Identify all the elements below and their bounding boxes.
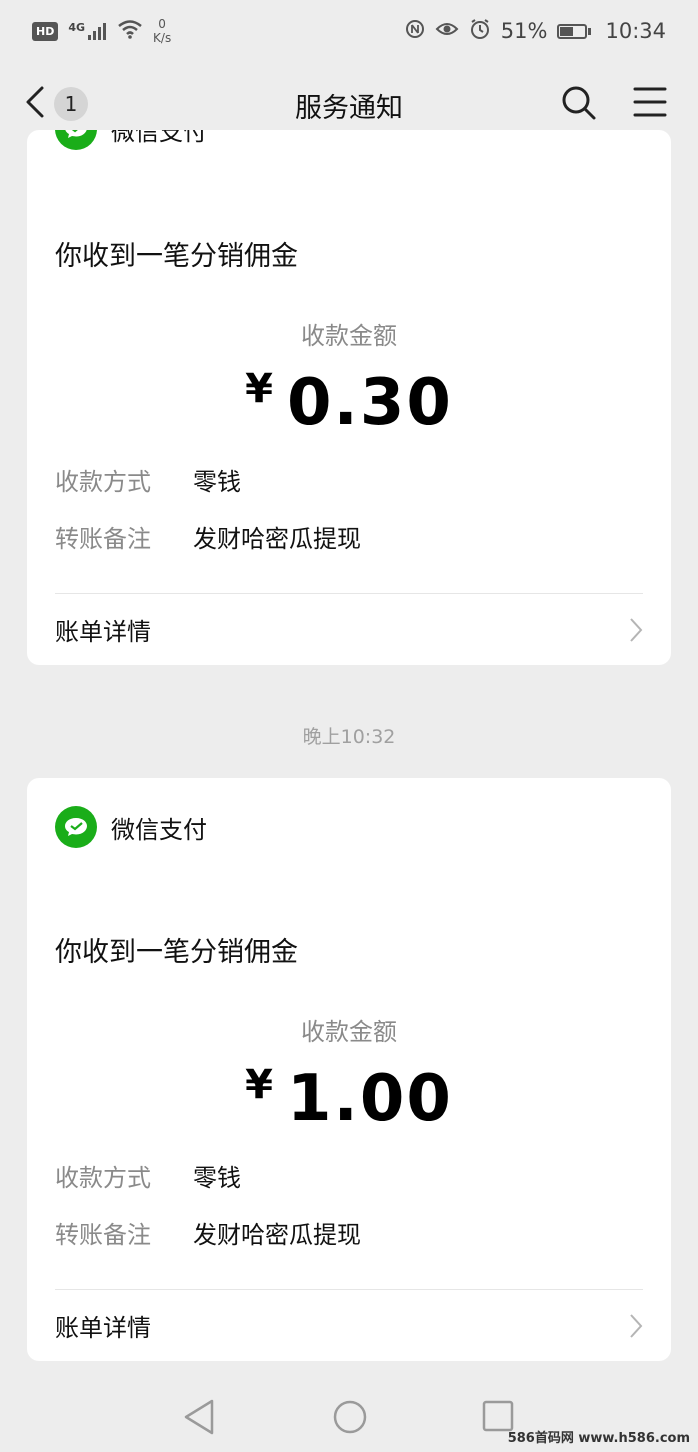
payment-method-value: 零钱 bbox=[193, 468, 241, 496]
transfer-note-label: 转账备注 bbox=[55, 1221, 151, 1249]
message-timestamp: 晚上10:32 bbox=[302, 726, 396, 748]
search-icon bbox=[562, 86, 596, 120]
transfer-note-value: 发财哈密瓜提现 bbox=[193, 525, 361, 553]
currency-symbol: ¥ bbox=[245, 1062, 273, 1108]
message-title: 你收到一笔分销佣金 bbox=[55, 241, 298, 272]
divider bbox=[55, 593, 643, 594]
network-type: 4G bbox=[68, 21, 86, 34]
back-button[interactable]: 1 bbox=[24, 84, 88, 124]
amount-label: 收款金额 bbox=[301, 1018, 397, 1046]
chevron-right-icon bbox=[630, 617, 643, 642]
bill-detail-label: 账单详情 bbox=[55, 618, 151, 646]
battery-icon bbox=[557, 23, 592, 39]
currency-symbol: ¥ bbox=[245, 366, 273, 412]
payment-method-value: 零钱 bbox=[193, 1164, 241, 1192]
payment-method-row: 收款方式 零钱 bbox=[55, 462, 241, 497]
amount-value: 1.00 bbox=[286, 1062, 453, 1136]
payment-method-label: 收款方式 bbox=[55, 1164, 151, 1192]
amount: ¥0.30 bbox=[27, 366, 671, 440]
payment-method-row: 收款方式 零钱 bbox=[55, 1158, 241, 1193]
net-speed: 0 K/s bbox=[153, 17, 171, 45]
system-nav-bar: 586首码网 www.h586.com bbox=[0, 1390, 698, 1452]
circle-home-icon bbox=[333, 1400, 367, 1434]
card-header[interactable]: 微信支付 bbox=[55, 806, 207, 848]
watermark-text: 586首码网 www.h586.com bbox=[507, 1431, 690, 1446]
wechat-pay-icon bbox=[55, 130, 97, 150]
amount-label: 收款金额 bbox=[301, 322, 397, 350]
system-home-button[interactable] bbox=[331, 1398, 369, 1440]
payment-method-label: 收款方式 bbox=[55, 468, 151, 496]
amount-value: 0.30 bbox=[286, 366, 453, 440]
transfer-note-row: 转账备注 发财哈密瓜提现 bbox=[55, 1215, 361, 1250]
divider bbox=[55, 1289, 643, 1290]
net-speed-unit: K/s bbox=[153, 31, 172, 45]
menu-icon bbox=[633, 87, 667, 117]
transfer-note-row: 转账备注 发财哈密瓜提现 bbox=[55, 519, 361, 554]
bill-detail-link[interactable]: 账单详情 bbox=[55, 1308, 643, 1343]
signal-icon: 4G bbox=[68, 21, 107, 41]
status-left: HD 4G 0 K/s bbox=[32, 17, 171, 45]
transfer-note-label: 转账备注 bbox=[55, 525, 151, 553]
transfer-note-value: 发财哈密瓜提现 bbox=[193, 1221, 361, 1249]
triangle-back-icon bbox=[184, 1399, 214, 1435]
amount: ¥1.00 bbox=[27, 1062, 671, 1136]
sender-name: 微信支付 bbox=[111, 815, 207, 844]
wifi-icon bbox=[117, 19, 143, 44]
search-button[interactable] bbox=[560, 84, 598, 126]
back-arrow-icon bbox=[24, 84, 46, 124]
eye-icon bbox=[435, 19, 459, 44]
unread-count-badge: 1 bbox=[54, 87, 88, 121]
bill-detail-link[interactable]: 账单详情 bbox=[55, 612, 643, 647]
bill-detail-label: 账单详情 bbox=[55, 1314, 151, 1342]
hd-badge: HD bbox=[32, 21, 59, 41]
battery-percent: 51% bbox=[500, 19, 548, 43]
menu-button[interactable] bbox=[632, 84, 668, 124]
nfc-icon bbox=[405, 19, 425, 44]
wechat-pay-icon bbox=[55, 806, 97, 848]
chevron-right-icon bbox=[630, 1313, 643, 1338]
status-right: 51% 10:34 bbox=[405, 18, 666, 45]
status-bar: HD 4G 0 K/s 51% 10:34 bbox=[0, 0, 698, 62]
card-header[interactable]: 微信支付 bbox=[55, 130, 207, 150]
notification-card: 微信支付 你收到一笔分销佣金 收款金额 ¥1.00 收款方式 零钱 转账备注 发… bbox=[27, 778, 671, 1361]
alarm-icon bbox=[469, 18, 491, 45]
net-speed-value: 0 bbox=[158, 17, 166, 31]
clock: 10:34 bbox=[605, 19, 666, 43]
sender-name: 微信支付 bbox=[111, 130, 207, 146]
system-back-button[interactable] bbox=[182, 1398, 216, 1440]
message-title: 你收到一笔分销佣金 bbox=[55, 937, 298, 968]
notification-card: 微信支付 你收到一笔分销佣金 收款金额 ¥0.30 收款方式 零钱 转账备注 发… bbox=[27, 130, 671, 665]
